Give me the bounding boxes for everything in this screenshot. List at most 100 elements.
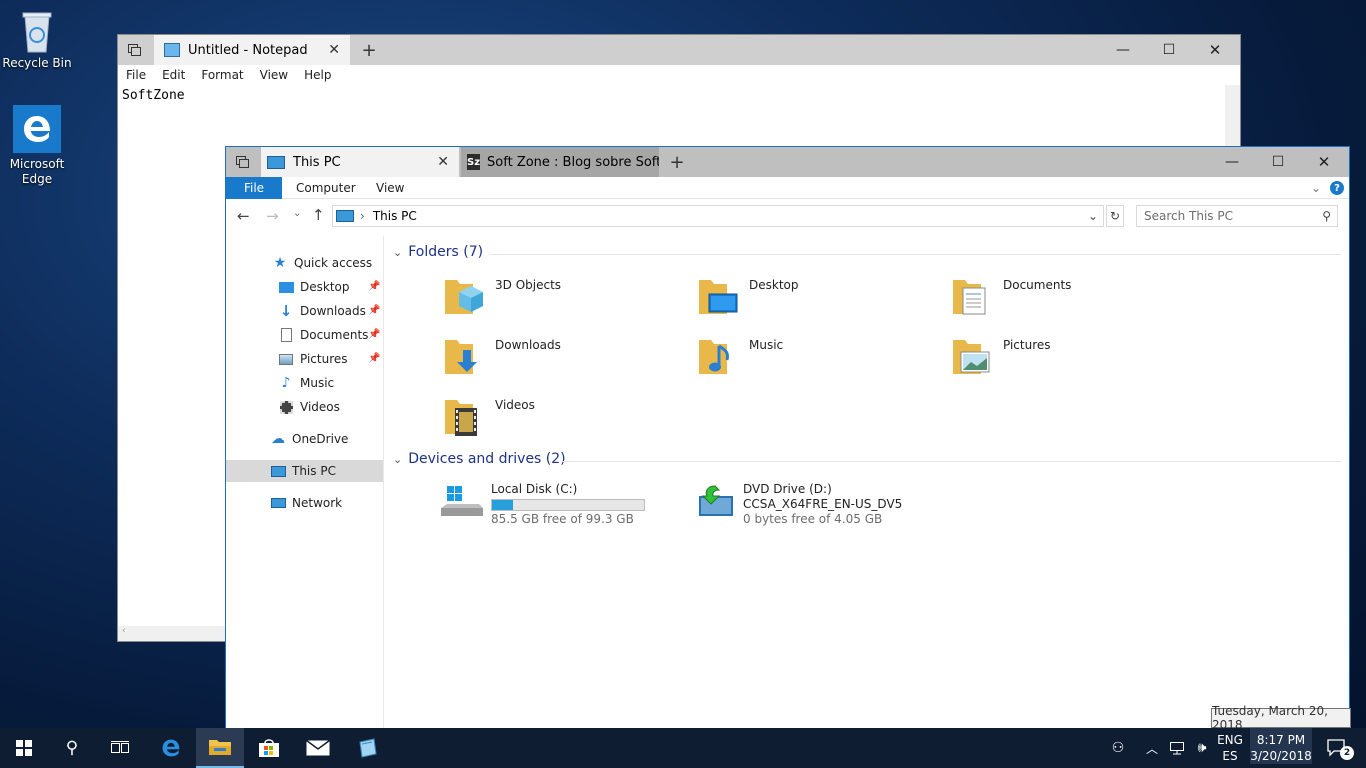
breadcrumb[interactable]: This PC — [373, 209, 417, 223]
menu-file[interactable]: File — [118, 68, 154, 82]
mail-taskbar-icon[interactable] — [294, 728, 342, 768]
nav-documents[interactable]: Documents — [278, 324, 368, 346]
notepad-text-area[interactable]: SoftZone — [118, 85, 1240, 106]
document-icon — [278, 327, 294, 343]
nav-label: Music — [300, 376, 335, 390]
start-button[interactable] — [0, 728, 48, 768]
edge-taskbar-icon[interactable] — [147, 728, 195, 768]
close-icon[interactable]: ✕ — [1192, 35, 1238, 65]
nav-pictures[interactable]: Pictures — [278, 348, 348, 370]
address-dropdown-icon[interactable]: ⌄ — [1088, 209, 1098, 223]
address-row: ← → ⌄ ↑ › This PC ⌄ ↻ Search This PC ⚲ — [226, 199, 1349, 235]
folder-item-music[interactable]: Music — [697, 334, 783, 380]
folder-item-desktop[interactable]: Desktop — [697, 274, 799, 320]
ribbon-tab-file[interactable]: File — [226, 177, 282, 199]
ribbon-tab-view[interactable]: View — [376, 177, 404, 199]
explorer-titlebar[interactable]: This PC ✕ Sz Soft Zone : Blog sobre Soft… — [226, 147, 1349, 177]
folder-item-pictures[interactable]: Pictures — [951, 334, 1051, 380]
notepad-titlebar[interactable]: Untitled - Notepad ✕ + — ☐ ✕ — [118, 35, 1240, 65]
new-tab-icon[interactable]: + — [356, 35, 382, 65]
new-tab-icon[interactable]: + — [666, 147, 688, 177]
nav-downloads[interactable]: ↓ Downloads — [278, 300, 366, 322]
set-aside-tabs-icon[interactable] — [120, 35, 150, 65]
close-icon[interactable]: ✕ — [1301, 147, 1347, 177]
folder-item-documents[interactable]: Documents — [951, 274, 1071, 320]
maximize-icon[interactable]: ☐ — [1255, 147, 1301, 177]
notepad-horizontal-scrollbar[interactable]: ‹ — [118, 626, 226, 641]
network-status-icon[interactable] — [1164, 728, 1190, 768]
notepad-taskbar-icon[interactable] — [343, 728, 391, 768]
date-tooltip: Tuesday, March 20, 2018 — [1211, 704, 1351, 732]
action-center-icon[interactable]: 2 — [1318, 728, 1358, 768]
cloud-icon: ☁ — [271, 431, 285, 447]
set-aside-tabs-icon[interactable] — [228, 147, 258, 177]
folder-item-3d-objects[interactable]: 3D Objects — [443, 274, 561, 320]
keyboard-layout-code: ES — [1222, 749, 1238, 763]
navigation-pane: ★ Quick access Desktop 📌 ↓ Downloads 📌 Doc… — [226, 236, 384, 730]
nav-onedrive[interactable]: ☁ OneDrive — [270, 428, 348, 450]
desktop-icon-edge[interactable]: Microsoft Edge — [0, 105, 75, 187]
explorer-window[interactable]: This PC ✕ Sz Soft Zone : Blog sobre Soft… — [225, 146, 1350, 730]
search-input[interactable]: Search This PC ⚲ — [1136, 205, 1338, 227]
group-divider — [561, 461, 1341, 462]
ribbon-tab-computer[interactable]: Computer — [296, 177, 356, 199]
forward-arrow-icon[interactable]: → — [266, 207, 279, 225]
3d-objects-folder-icon — [443, 274, 487, 320]
volume-icon[interactable]: 🕪 — [1190, 728, 1214, 768]
file-explorer-taskbar-icon[interactable] — [196, 728, 244, 768]
close-tab-icon[interactable]: ✕ — [328, 42, 340, 58]
address-bar[interactable]: › This PC ⌄ — [332, 205, 1104, 227]
refresh-icon[interactable]: ↻ — [1106, 205, 1124, 227]
pin-icon: 📌 — [368, 305, 381, 316]
drive-item-d[interactable]: DVD Drive (D:) CCSA_X64FRE_EN-US_DV5 0 b… — [697, 482, 902, 526]
task-view-icon[interactable] — [96, 728, 144, 768]
menu-format[interactable]: Format — [193, 68, 251, 82]
notification-count-badge: 2 — [1340, 746, 1354, 760]
recent-locations-icon[interactable]: ⌄ — [293, 208, 301, 219]
minimize-icon[interactable]: — — [1209, 147, 1255, 177]
input-language-indicator[interactable]: ENG ES — [1214, 732, 1246, 764]
music-icon: ♪ — [281, 375, 291, 391]
tab-softzone[interactable]: Sz Soft Zone : Blog sobre Softw — [461, 147, 659, 177]
desktop-icon-recycle-bin[interactable]: Recycle Bin — [0, 8, 75, 71]
people-icon[interactable]: ⚇ — [1094, 728, 1142, 768]
expand-ribbon-icon[interactable]: ⌄ — [1311, 177, 1321, 199]
star-icon: ★ — [273, 255, 287, 271]
devices-group-header[interactable]: ⌄ Devices and drives (2) — [393, 451, 566, 467]
store-taskbar-icon[interactable] — [245, 728, 293, 768]
downloads-folder-icon — [443, 334, 487, 380]
folder-item-downloads[interactable]: Downloads — [443, 334, 561, 380]
menu-edit[interactable]: Edit — [154, 68, 193, 82]
drive-item-c[interactable]: Local Disk (C:) 85.5 GB free of 99.3 GB — [439, 482, 645, 526]
tab-this-pc[interactable]: This PC ✕ — [261, 147, 459, 177]
minimize-icon[interactable]: — — [1100, 35, 1146, 65]
search-icon[interactable]: ⚲ — [48, 728, 96, 768]
videos-folder-icon — [443, 394, 487, 440]
back-arrow-icon[interactable]: ← — [237, 207, 250, 225]
up-arrow-icon[interactable]: ↑ — [312, 206, 325, 224]
clock[interactable]: 8:17 PM 3/20/2018 — [1250, 728, 1312, 764]
pictures-icon — [278, 351, 294, 367]
recycle-bin-label: Recycle Bin — [2, 56, 72, 70]
maximize-icon[interactable]: ☐ — [1146, 35, 1192, 65]
nav-music[interactable]: ♪ Music — [278, 372, 335, 394]
content-pane: ⌄ Folders (7) 3D Objects Desktop Documen… — [385, 236, 1349, 729]
nav-network[interactable]: Network — [270, 492, 342, 514]
menu-help[interactable]: Help — [296, 68, 339, 82]
nav-label: Quick access — [294, 256, 373, 270]
folder-name: Documents — [1003, 278, 1072, 292]
folder-item-videos[interactable]: Videos — [443, 394, 535, 440]
download-icon: ↓ — [279, 302, 293, 320]
tab-notepad[interactable]: Untitled - Notepad ✕ — [154, 35, 350, 65]
documents-folder-icon — [951, 274, 995, 320]
windows-logo-icon — [16, 740, 32, 756]
nav-videos[interactable]: Videos — [278, 396, 340, 418]
menu-view[interactable]: View — [252, 68, 296, 82]
show-hidden-icons-chevron-icon[interactable]: ︿ — [1140, 728, 1164, 768]
help-icon[interactable]: ? — [1330, 177, 1344, 199]
nav-this-pc[interactable]: This PC — [226, 460, 383, 482]
nav-quick-access[interactable]: ★ Quick access — [272, 252, 372, 274]
nav-desktop[interactable]: Desktop — [278, 276, 350, 298]
close-tab-icon[interactable]: ✕ — [437, 154, 449, 170]
folders-group-header[interactable]: ⌄ Folders (7) — [393, 244, 483, 260]
